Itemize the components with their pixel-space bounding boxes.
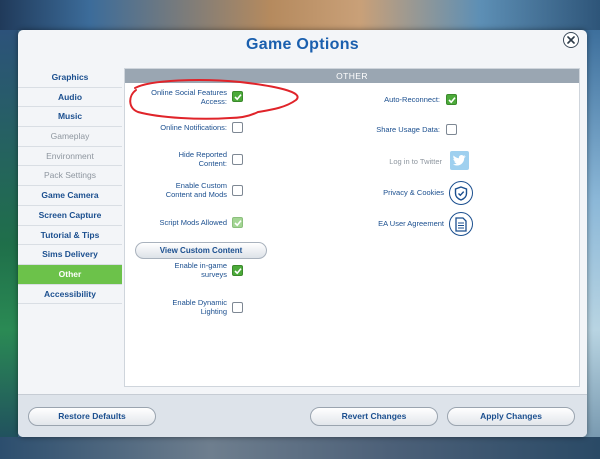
auto-reconnect-label: Auto-Reconnect: [384,95,440,104]
enable-dynamic-lighting-label: Enable Dynamic Lighting [172,298,227,316]
close-icon [567,36,575,44]
game-background-bottom [0,437,600,459]
script-mods-allowed-label: Script Mods Allowed [159,218,227,227]
twitter-button[interactable] [450,151,469,170]
online-notifications-label: Online Notifications: [160,123,227,132]
online-notifications-checkbox[interactable] [232,122,243,133]
category-tutorial-tips[interactable]: Tutorial & Tips [18,225,122,246]
category-graphics[interactable]: Graphics [18,68,122,88]
category-pack-settings[interactable]: Pack Settings [18,166,122,187]
view-custom-content-button[interactable]: View Custom Content [135,242,267,259]
category-environment[interactable]: Environment [18,146,122,167]
share-usage-data-label: Share Usage Data: [376,125,440,134]
hide-reported-content-checkbox[interactable] [232,154,243,165]
enable-custom-content-label: Enable Custom Content and Mods [165,181,227,199]
checkmark-icon [447,96,456,103]
footer-bar: Restore Defaults Revert Changes Apply Ch… [18,394,587,437]
script-mods-allowed-checkbox[interactable] [232,217,243,228]
category-other[interactable]: Other [18,264,122,285]
close-button[interactable] [563,32,579,48]
game-background-left [0,30,18,459]
panel-header: Other [125,69,579,83]
enable-dynamic-lighting-checkbox[interactable] [232,302,243,313]
category-music[interactable]: Music [18,107,122,128]
share-usage-data-checkbox[interactable] [446,124,457,135]
online-social-features-label: Online Social Features Access: [151,88,227,106]
twitter-icon [453,155,466,166]
category-sims-delivery[interactable]: Sims Delivery [18,245,122,265]
dialog-title: Game Options [246,36,359,53]
category-accessibility[interactable]: Accessibility [18,284,122,305]
category-sidebar: Graphics Audio Music Gameplay Environmen… [18,68,122,305]
category-audio[interactable]: Audio [18,87,122,108]
checkmark-icon [233,267,242,274]
twitter-login-label: Log in to Twitter [389,157,442,166]
category-gameplay[interactable]: Gameplay [18,127,122,147]
game-background-top [0,0,600,30]
enable-custom-content-checkbox[interactable] [232,185,243,196]
game-options-dialog: Game Options Graphics Audio Music Gamepl… [18,30,587,437]
enable-surveys-checkbox[interactable] [232,265,243,276]
privacy-cookies-label: Privacy & Cookies [383,188,444,197]
ea-user-agreement-label: EA User Agreement [378,219,444,228]
online-social-features-checkbox[interactable] [232,91,243,102]
category-screen-capture[interactable]: Screen Capture [18,205,122,226]
checkmark-icon [233,93,242,100]
category-game-camera[interactable]: Game Camera [18,186,122,206]
apply-changes-button[interactable]: Apply Changes [447,407,575,426]
privacy-cookies-button[interactable] [449,181,473,205]
checkmark-icon [233,219,242,226]
ea-user-agreement-button[interactable] [449,212,473,236]
hide-reported-content-label: Hide Reported Content: [178,150,227,168]
shield-check-icon [454,185,468,201]
auto-reconnect-checkbox[interactable] [446,94,457,105]
enable-surveys-label: Enable in-game surveys [174,261,227,279]
options-panel: Other Online Social Features Access: Onl… [124,68,580,387]
document-icon [455,216,467,232]
restore-defaults-button[interactable]: Restore Defaults [28,407,156,426]
revert-changes-button[interactable]: Revert Changes [310,407,438,426]
